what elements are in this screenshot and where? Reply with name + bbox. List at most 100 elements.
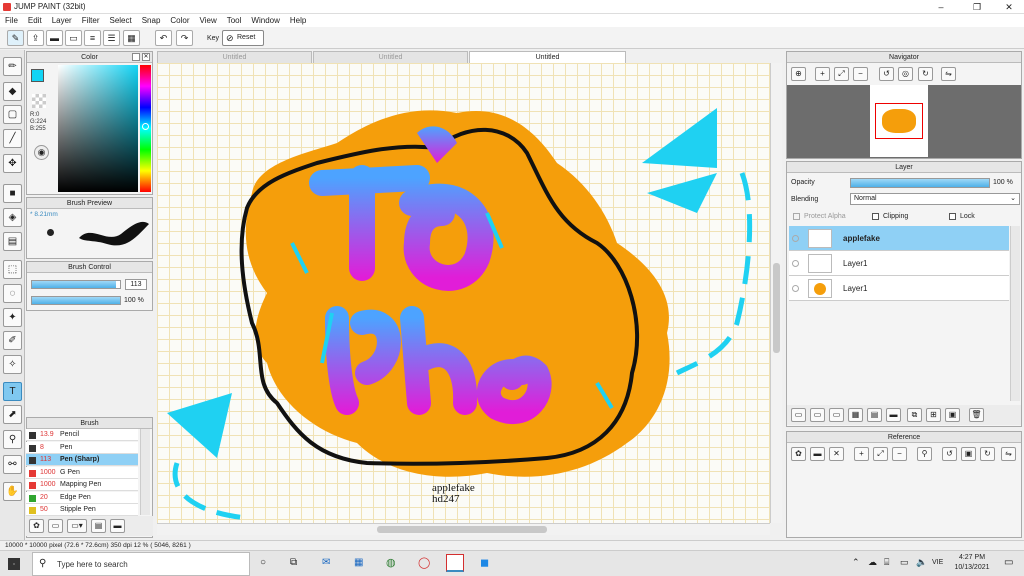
- zoom-app-icon[interactable]: ◼: [480, 556, 489, 569]
- panel-float-icon[interactable]: [132, 53, 140, 61]
- zoom-in-icon[interactable]: +: [815, 67, 830, 81]
- clipping-checkbox[interactable]: [872, 213, 879, 220]
- volume-icon[interactable]: 🔈: [916, 557, 927, 568]
- line-tool-icon[interactable]: ╱: [3, 129, 22, 148]
- rotate-left-icon[interactable]: ↺: [879, 67, 894, 81]
- ref-zoom-out-icon[interactable]: −: [892, 447, 907, 461]
- navigator-viewport-rect[interactable]: [875, 103, 923, 139]
- protect-alpha-checkbox[interactable]: [793, 213, 800, 220]
- panel-close-icon[interactable]: ✕: [142, 53, 150, 61]
- ref-flip-icon[interactable]: ⇋: [1001, 447, 1016, 461]
- ref-rotate-left-icon[interactable]: ↺: [942, 447, 957, 461]
- eyedropper-icon[interactable]: ⚲: [3, 430, 22, 449]
- ref-zoom-in-icon[interactable]: +: [854, 447, 869, 461]
- saturation-value-picker[interactable]: [58, 65, 138, 192]
- lock-checkbox[interactable]: [949, 213, 956, 220]
- menu-snap[interactable]: Snap: [137, 14, 166, 27]
- brush-copy-icon[interactable]: ▤: [91, 519, 106, 533]
- layer-list-scrollbar[interactable]: [1010, 226, 1020, 401]
- undo-icon[interactable]: ↶: [155, 30, 172, 46]
- tab-untitled-3[interactable]: Untitled: [469, 51, 626, 63]
- layer-folder-icon[interactable]: ▬: [886, 408, 901, 422]
- task-view-icon[interactable]: ⧉: [290, 557, 297, 568]
- fill-rect-tool-icon[interactable]: ■: [3, 184, 22, 203]
- ref-close-icon[interactable]: ✕: [829, 447, 844, 461]
- ref-rotate-right-icon[interactable]: ↻: [980, 447, 995, 461]
- hue-handle[interactable]: [142, 123, 149, 130]
- menu-color[interactable]: Color: [165, 14, 194, 27]
- palette-icon[interactable]: ◉: [34, 145, 49, 160]
- brush-opacity-slider[interactable]: [31, 296, 121, 305]
- ref-eyedropper-icon[interactable]: ⚲: [917, 447, 932, 461]
- menu-file[interactable]: File: [0, 14, 23, 27]
- select-pen-icon[interactable]: ✐: [3, 331, 22, 350]
- new-file-icon[interactable]: ✎: [7, 30, 24, 46]
- zoom-out-icon[interactable]: −: [853, 67, 868, 81]
- brush-item[interactable]: 1000 G Pen: [26, 466, 138, 479]
- operation-tool-icon[interactable]: ⬈: [3, 405, 22, 424]
- menu-view[interactable]: View: [195, 14, 222, 27]
- brush-item[interactable]: 1000 Mapping Pen: [26, 479, 138, 491]
- menu-edit[interactable]: Edit: [23, 14, 47, 27]
- layer-row-layer1-b[interactable]: Layer1: [789, 276, 1009, 301]
- layer-visibility-icon[interactable]: [792, 260, 799, 267]
- brush-size-input[interactable]: 113: [125, 279, 147, 290]
- brush-item[interactable]: 50 Stipple Pen: [26, 504, 138, 516]
- redo-icon[interactable]: ↷: [176, 30, 193, 46]
- windows-start-icon[interactable]: [8, 558, 20, 570]
- blending-select[interactable]: Normal ⌄: [850, 193, 1020, 205]
- menu-tool[interactable]: Tool: [222, 14, 247, 27]
- magic-wand-icon[interactable]: ✦: [3, 308, 22, 327]
- page-icon[interactable]: ▭: [65, 30, 82, 46]
- brush-item[interactable]: 8 Pen: [26, 441, 138, 454]
- brush-tool-icon[interactable]: ✏: [3, 57, 22, 76]
- brush-item[interactable]: 20 Edge Pen: [26, 491, 138, 504]
- store-icon[interactable]: ▦: [354, 557, 363, 568]
- layer-settings-icon[interactable]: ▣: [945, 408, 960, 422]
- opera-icon[interactable]: ◯: [418, 556, 430, 569]
- notification-icon[interactable]: ▭: [1004, 557, 1013, 568]
- lasso-icon[interactable]: ◌: [3, 284, 22, 303]
- reset-button[interactable]: ⊘ Reset: [222, 30, 264, 46]
- mail-icon[interactable]: ✉: [322, 557, 330, 568]
- battery-icon[interactable]: ▭: [900, 557, 909, 568]
- brush-add-menu-icon[interactable]: ▭▾: [67, 519, 87, 533]
- dropper-2-icon[interactable]: ⚯: [3, 455, 22, 474]
- horizontal-scroll-thumb[interactable]: [377, 526, 547, 533]
- brush-list-scrollbar[interactable]: [140, 429, 150, 515]
- gradient-tool-icon[interactable]: ▤: [3, 232, 22, 251]
- drawing-canvas[interactable]: applefake hd247: [157, 63, 770, 523]
- language-indicator[interactable]: VIE: [932, 559, 943, 566]
- ref-rotate-reset-icon[interactable]: ▣: [961, 447, 976, 461]
- select-eraser-icon[interactable]: ✧: [3, 355, 22, 374]
- cortana-icon[interactable]: ○: [260, 557, 266, 568]
- brush-settings-icon[interactable]: ✿: [29, 519, 44, 533]
- open-icon[interactable]: ⇪: [27, 30, 44, 46]
- comment-icon[interactable]: ▬: [46, 30, 63, 46]
- close-button[interactable]: ✕: [994, 1, 1024, 13]
- ref-open-icon[interactable]: ▬: [810, 447, 825, 461]
- minimize-button[interactable]: –: [926, 1, 956, 13]
- chrome-icon[interactable]: ◍: [386, 556, 396, 569]
- tone-layer-icon[interactable]: ▤: [867, 408, 882, 422]
- merge-layer-icon[interactable]: ⊞: [926, 408, 941, 422]
- new-layer-1bit-icon[interactable]: ▭: [829, 408, 844, 422]
- layer-opacity-slider[interactable]: [850, 178, 990, 188]
- list-icon[interactable]: ☰: [103, 30, 120, 46]
- menu-select[interactable]: Select: [104, 14, 136, 27]
- rotate-right-icon[interactable]: ↻: [918, 67, 933, 81]
- text-tool-icon[interactable]: T: [3, 382, 22, 401]
- new-layer-8bit-icon[interactable]: ▭: [810, 408, 825, 422]
- bucket-tool-icon[interactable]: ◈: [3, 208, 22, 227]
- select-rect-icon[interactable]: ⬚: [3, 260, 22, 279]
- delete-layer-icon[interactable]: 🗑: [969, 408, 984, 422]
- rotate-reset-icon[interactable]: ◎: [898, 67, 913, 81]
- layer-row-applefake[interactable]: applefake: [789, 226, 1009, 251]
- layer-visibility-icon[interactable]: [792, 235, 799, 242]
- layer-visibility-icon[interactable]: [792, 285, 799, 292]
- rectangle-tool-icon[interactable]: ▢: [3, 105, 22, 124]
- onedrive-icon[interactable]: ☁: [868, 557, 877, 568]
- network-icon[interactable]: ⌸: [884, 557, 889, 568]
- brush-folder-icon[interactable]: ▬: [110, 519, 125, 533]
- vertical-scrollbar[interactable]: [770, 63, 782, 523]
